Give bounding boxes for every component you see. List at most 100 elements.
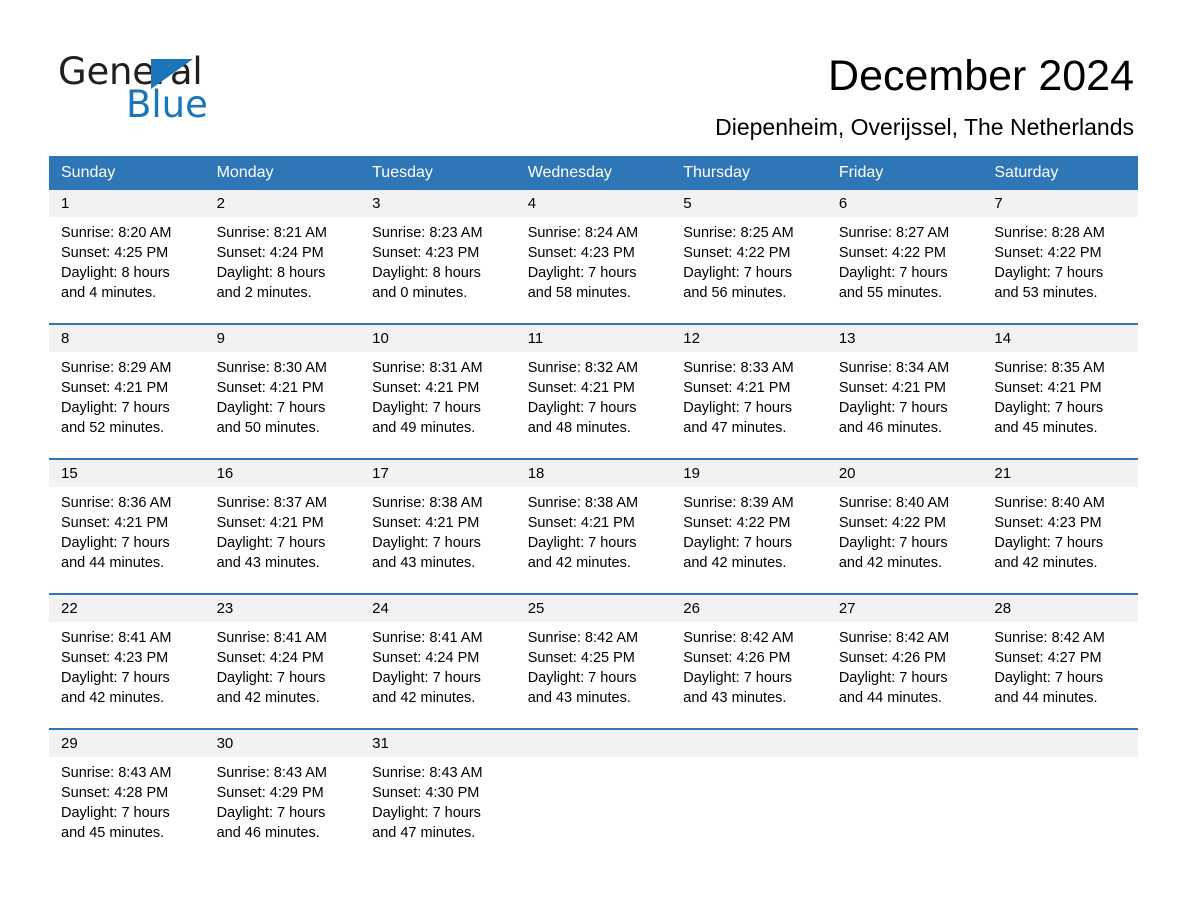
calendar-day-cell[interactable]: 8 Sunrise: 8:29 AM Sunset: 4:21 PM Daylight… — [49, 323, 205, 459]
calendar-day-cell[interactable]: 9 Sunrise: 8:30 AM Sunset: 4:21 PM Daylight… — [204, 323, 361, 459]
calendar-day-cell[interactable]: 13 Sunrise: 8:34 AM Sunset: 4:21 PM Dayligh… — [826, 323, 983, 459]
calendar-day-cell[interactable]: 17 Sunrise: 8:38 AM Sunset: 4:21 PM Dayligh… — [360, 458, 516, 594]
sunset-text: Sunset: 4:30 PM — [372, 785, 480, 801]
sunrise-text: Sunrise: 8:40 AM — [838, 495, 950, 511]
daylight-text-line1: Daylight: 7 hours — [372, 535, 481, 551]
sunrise-text: Sunrise: 8:20 AM — [61, 225, 172, 241]
calendar-day-cell[interactable]: 23 Sunrise: 8:41 AM Sunset: 4:24 PM Dayligh… — [204, 593, 361, 729]
daylight-text-line2: and 4 minutes. — [61, 285, 157, 301]
sunset-text: Sunset: 4:24 PM — [216, 245, 324, 261]
daylight-text-line2: and 0 minutes. — [372, 285, 468, 301]
day-number: 31 — [360, 730, 516, 757]
daylight-text-line2: and 42 minutes. — [838, 555, 942, 571]
calendar-day-cell[interactable]: 20 Sunrise: 8:40 AM Sunset: 4:22 PM Dayligh… — [826, 458, 983, 594]
sunrise-text: Sunrise: 8:41 AM — [372, 630, 483, 646]
sunrise-text: Sunrise: 8:42 AM — [683, 630, 794, 646]
day-number — [826, 730, 983, 757]
calendar-day-cell-empty — [671, 728, 827, 863]
calendar-day-cell[interactable]: 30 Sunrise: 8:43 AM Sunset: 4:29 PM Dayligh… — [204, 728, 361, 863]
calendar-day-cell[interactable]: 21 Sunrise: 8:40 AM Sunset: 4:23 PM Dayligh… — [982, 458, 1138, 594]
weekday-header-monday: Monday — [204, 156, 361, 190]
calendar-day-cell[interactable]: 12 Sunrise: 8:33 AM Sunset: 4:21 PM Dayligh… — [671, 323, 827, 459]
daylight-text-line2: and 53 minutes. — [994, 285, 1098, 301]
calendar-day-cell[interactable]: 3 Sunrise: 8:23 AM Sunset: 4:23 PM Daylight… — [360, 190, 516, 324]
sunrise-text: Sunrise: 8:43 AM — [61, 765, 172, 781]
sunrise-text: Sunrise: 8:39 AM — [683, 495, 794, 511]
calendar-day-cell[interactable]: 25 Sunrise: 8:42 AM Sunset: 4:25 PM Dayligh… — [515, 593, 672, 729]
sunset-text: Sunset: 4:23 PM — [527, 245, 635, 261]
day-number: 9 — [204, 325, 361, 352]
day-number: 10 — [360, 325, 516, 352]
daylight-text-line1: Daylight: 7 hours — [216, 805, 326, 821]
calendar-day-cell[interactable]: 31 Sunrise: 8:43 AM Sunset: 4:30 PM Dayligh… — [360, 728, 516, 863]
sunrise-text: Sunrise: 8:41 AM — [216, 630, 327, 646]
sunrise-text: Sunrise: 8:25 AM — [683, 225, 794, 241]
day-number: 12 — [671, 325, 827, 352]
day-number: 29 — [49, 730, 205, 757]
daylight-text-line1: Daylight: 7 hours — [838, 400, 948, 416]
calendar-day-cell[interactable]: 18 Sunrise: 8:38 AM Sunset: 4:21 PM Dayligh… — [515, 458, 672, 594]
day-number: 28 — [982, 595, 1138, 622]
calendar-day-cell[interactable]: 24 Sunrise: 8:41 AM Sunset: 4:24 PM Dayligh… — [360, 593, 516, 729]
sunset-text: Sunset: 4:21 PM — [372, 515, 480, 531]
calendar-day-cell[interactable]: 11 Sunrise: 8:32 AM Sunset: 4:21 PM Dayligh… — [515, 323, 672, 459]
calendar-day-cell[interactable]: 5 Sunrise: 8:25 AM Sunset: 4:22 PM Daylight… — [671, 190, 827, 324]
day-number — [671, 730, 827, 757]
daylight-text-line1: Daylight: 7 hours — [994, 400, 1104, 416]
daylight-text-line1: Daylight: 7 hours — [838, 535, 948, 551]
daylight-text-line1: Daylight: 7 hours — [838, 670, 948, 686]
calendar-day-cell[interactable]: 26 Sunrise: 8:42 AM Sunset: 4:26 PM Dayligh… — [671, 593, 827, 729]
daylight-text-line2: and 48 minutes. — [527, 420, 631, 436]
calendar-day-cell[interactable]: 4 Sunrise: 8:24 AM Sunset: 4:23 PM Daylight… — [515, 190, 672, 324]
daylight-text-line2: and 42 minutes. — [527, 555, 631, 571]
calendar-day-cell-empty — [826, 728, 983, 863]
calendar-day-cell[interactable]: 19 Sunrise: 8:39 AM Sunset: 4:22 PM Dayligh… — [671, 458, 827, 594]
daylight-text-line1: Daylight: 7 hours — [372, 805, 481, 821]
daylight-text-line1: Daylight: 7 hours — [216, 670, 326, 686]
calendar-day-cell[interactable]: 2 Sunrise: 8:21 AM Sunset: 4:24 PM Daylight… — [204, 190, 361, 324]
daylight-text-line1: Daylight: 7 hours — [683, 670, 793, 686]
calendar-day-cell[interactable]: 7 Sunrise: 8:28 AM Sunset: 4:22 PM Daylight… — [982, 190, 1138, 324]
sunset-text: Sunset: 4:27 PM — [994, 650, 1102, 666]
daylight-text-line2: and 50 minutes. — [216, 420, 320, 436]
daylight-text-line1: Daylight: 7 hours — [372, 670, 481, 686]
calendar-day-cell[interactable]: 29 Sunrise: 8:43 AM Sunset: 4:28 PM Dayligh… — [49, 728, 205, 863]
day-number: 19 — [671, 460, 827, 487]
daylight-text-line2: and 47 minutes. — [372, 825, 476, 841]
calendar-day-cell[interactable]: 10 Sunrise: 8:31 AM Sunset: 4:21 PM Dayligh… — [360, 323, 516, 459]
day-number: 14 — [982, 325, 1138, 352]
day-number: 27 — [826, 595, 983, 622]
daylight-text-line1: Daylight: 7 hours — [216, 400, 326, 416]
sunrise-text: Sunrise: 8:27 AM — [838, 225, 950, 241]
day-number: 24 — [360, 595, 516, 622]
day-number: 11 — [515, 325, 672, 352]
calendar-day-cell[interactable]: 22 Sunrise: 8:41 AM Sunset: 4:23 PM Dayligh… — [49, 593, 205, 729]
sunrise-text: Sunrise: 8:21 AM — [216, 225, 327, 241]
sunrise-text: Sunrise: 8:43 AM — [216, 765, 327, 781]
sunrise-text: Sunrise: 8:36 AM — [61, 495, 172, 511]
daylight-text-line1: Daylight: 7 hours — [527, 670, 637, 686]
calendar-day-cell[interactable]: 28 Sunrise: 8:42 AM Sunset: 4:27 PM Dayligh… — [982, 593, 1138, 729]
day-number: 6 — [826, 190, 983, 217]
day-number: 20 — [826, 460, 983, 487]
calendar-day-cell[interactable]: 14 Sunrise: 8:35 AM Sunset: 4:21 PM Dayligh… — [982, 323, 1138, 459]
generalblue-logo[interactable]: General Blue — [58, 52, 318, 126]
calendar-day-cell[interactable]: 1 Sunrise: 8:20 AM Sunset: 4:25 PM Daylight… — [49, 190, 205, 324]
daylight-text-line2: and 56 minutes. — [683, 285, 787, 301]
calendar-day-cell[interactable]: 27 Sunrise: 8:42 AM Sunset: 4:26 PM Dayligh… — [826, 593, 983, 729]
daylight-text-line2: and 45 minutes. — [61, 825, 165, 841]
day-number: 2 — [204, 190, 361, 217]
calendar-day-cell[interactable]: 15 Sunrise: 8:36 AM Sunset: 4:21 PM Dayligh… — [49, 458, 205, 594]
calendar-day-cell[interactable]: 6 Sunrise: 8:27 AM Sunset: 4:22 PM Daylight… — [826, 190, 983, 324]
daylight-text-line2: and 44 minutes. — [61, 555, 165, 571]
sunset-text: Sunset: 4:21 PM — [838, 380, 947, 396]
daylight-text-line1: Daylight: 8 hours — [372, 265, 481, 281]
day-number: 23 — [204, 595, 361, 622]
sunset-text: Sunset: 4:21 PM — [527, 515, 635, 531]
sunset-text: Sunset: 4:26 PM — [683, 650, 791, 666]
daylight-text-line1: Daylight: 7 hours — [994, 535, 1104, 551]
sunrise-text: Sunrise: 8:31 AM — [372, 360, 483, 376]
calendar-day-cell[interactable]: 16 Sunrise: 8:37 AM Sunset: 4:21 PM Dayligh… — [204, 458, 361, 594]
sunset-text: Sunset: 4:23 PM — [994, 515, 1102, 531]
sunset-text: Sunset: 4:22 PM — [838, 515, 947, 531]
